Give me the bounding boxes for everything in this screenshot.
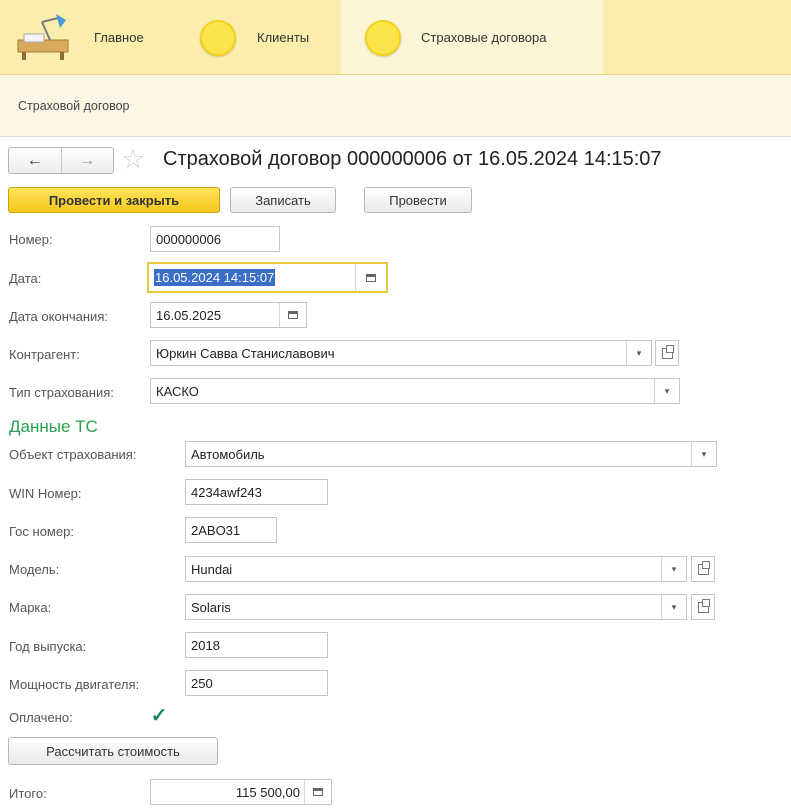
model-dropdown-button[interactable]: ▾ bbox=[661, 557, 686, 581]
post-and-close-button[interactable]: Провести и закрыть bbox=[8, 187, 220, 213]
plate-value: 2ABO31 bbox=[191, 522, 241, 538]
post-button[interactable]: Провести bbox=[364, 187, 472, 213]
chevron-down-icon: ▾ bbox=[671, 601, 677, 612]
model-field[interactable]: Hundai ▾ bbox=[185, 556, 687, 582]
insurance-type-value: КАСКО bbox=[156, 383, 199, 399]
chevron-down-icon: ▾ bbox=[701, 448, 707, 459]
counterparty-open-button[interactable] bbox=[655, 340, 679, 366]
sections-panel: Главное Клиенты Страховые договора bbox=[0, 0, 791, 75]
number-label: Номер: bbox=[9, 232, 53, 247]
end-date-field[interactable]: 16.05.2025 bbox=[150, 302, 307, 328]
section-main-label: Главное bbox=[94, 30, 144, 45]
date-label: Дата: bbox=[9, 271, 42, 286]
vehicle-section-title: Данные ТС bbox=[9, 417, 98, 436]
chevron-down-icon: ▾ bbox=[664, 385, 670, 396]
nav-item-contract[interactable]: Страховой договор bbox=[18, 99, 130, 113]
total-calculator-button[interactable] bbox=[304, 780, 331, 804]
power-label: Мощность двигателя: bbox=[9, 677, 140, 692]
number-field[interactable]: 000000006 bbox=[150, 226, 280, 252]
year-value: 2018 bbox=[191, 637, 220, 653]
brand-label: Марка: bbox=[9, 600, 52, 615]
year-field[interactable]: 2018 bbox=[185, 632, 328, 658]
object-label: Объект страхования: bbox=[9, 447, 137, 462]
brand-open-button[interactable] bbox=[691, 594, 715, 620]
power-field[interactable]: 250 bbox=[185, 670, 328, 696]
model-open-button[interactable] bbox=[691, 556, 715, 582]
plate-label: Гос номер: bbox=[9, 524, 74, 539]
object-dropdown-button[interactable]: ▾ bbox=[691, 442, 716, 466]
open-icon bbox=[697, 560, 710, 575]
vin-field[interactable]: 4234awf243 bbox=[185, 479, 328, 505]
total-field[interactable]: 115 500,00 bbox=[150, 779, 332, 805]
section-clients[interactable]: Клиенты bbox=[176, 0, 341, 75]
back-button[interactable]: ← bbox=[9, 148, 61, 173]
plate-field[interactable]: 2ABO31 bbox=[185, 517, 277, 543]
brand-dropdown-button[interactable]: ▾ bbox=[661, 595, 686, 619]
brand-value: Solaris bbox=[191, 599, 231, 615]
desk-lamp-icon bbox=[17, 14, 69, 60]
object-value: Автомобиль bbox=[191, 446, 265, 462]
end-date-calendar-button[interactable] bbox=[279, 303, 306, 327]
counterparty-field[interactable]: Юркин Савва Станиславович ▾ bbox=[150, 340, 652, 366]
section-clients-label: Клиенты bbox=[257, 30, 310, 45]
clients-section-icon bbox=[200, 20, 236, 56]
section-contracts-label: Страховые договора bbox=[421, 30, 547, 45]
vin-value: 4234awf243 bbox=[191, 484, 262, 500]
insurance-type-dropdown-button[interactable]: ▾ bbox=[654, 379, 679, 403]
vin-label: WIN Номер: bbox=[9, 486, 82, 501]
model-label: Модель: bbox=[9, 562, 60, 577]
insurance-type-field[interactable]: КАСКО ▾ bbox=[150, 378, 680, 404]
end-date-label: Дата окончания: bbox=[9, 309, 108, 324]
section-main[interactable]: Главное bbox=[0, 0, 176, 75]
date-field[interactable]: 16.05.2024 14:15:07 bbox=[147, 262, 388, 293]
object-field[interactable]: Автомобиль ▾ bbox=[185, 441, 717, 467]
open-icon bbox=[697, 598, 710, 613]
navigation-panel: Страховой договор bbox=[0, 75, 791, 137]
model-value: Hundai bbox=[191, 561, 233, 577]
form-title: Страховой договор 000000006 от 16.05.202… bbox=[163, 148, 662, 170]
favorite-star-icon[interactable]: ☆ bbox=[121, 143, 145, 175]
calendar-icon bbox=[366, 273, 376, 282]
chevron-down-icon: ▾ bbox=[671, 563, 677, 574]
navigation-divider bbox=[0, 136, 791, 137]
paid-checkbox[interactable]: ✓ bbox=[150, 705, 168, 727]
section-contracts[interactable]: Страховые договора bbox=[341, 0, 603, 75]
save-button[interactable]: Записать bbox=[230, 187, 336, 213]
counterparty-value: Юркин Савва Станиславович bbox=[156, 345, 335, 361]
total-value: 115 500,00 bbox=[235, 784, 300, 800]
power-value: 250 bbox=[191, 675, 213, 691]
history-buttons: ← → bbox=[8, 147, 114, 174]
calendar-icon bbox=[288, 311, 298, 319]
total-label: Итого: bbox=[9, 786, 47, 801]
end-date-value: 16.05.2025 bbox=[156, 307, 222, 323]
calculate-cost-button[interactable]: Рассчитать стоимость bbox=[8, 737, 218, 765]
insurance-type-label: Тип страхования: bbox=[9, 385, 114, 400]
counterparty-label: Контрагент: bbox=[9, 347, 80, 362]
open-icon bbox=[661, 344, 674, 359]
brand-field[interactable]: Solaris ▾ bbox=[185, 594, 687, 620]
date-value: 16.05.2024 14:15:07 bbox=[154, 269, 276, 286]
date-calendar-button[interactable] bbox=[355, 264, 386, 291]
year-label: Год выпуска: bbox=[9, 639, 87, 654]
number-value: 000000006 bbox=[156, 231, 222, 247]
forward-button[interactable]: → bbox=[60, 148, 114, 173]
contracts-section-icon bbox=[365, 20, 401, 56]
counterparty-dropdown-button[interactable]: ▾ bbox=[626, 341, 651, 365]
paid-label: Оплачено: bbox=[9, 710, 73, 725]
calculator-icon bbox=[313, 788, 323, 796]
chevron-down-icon: ▾ bbox=[636, 347, 642, 358]
